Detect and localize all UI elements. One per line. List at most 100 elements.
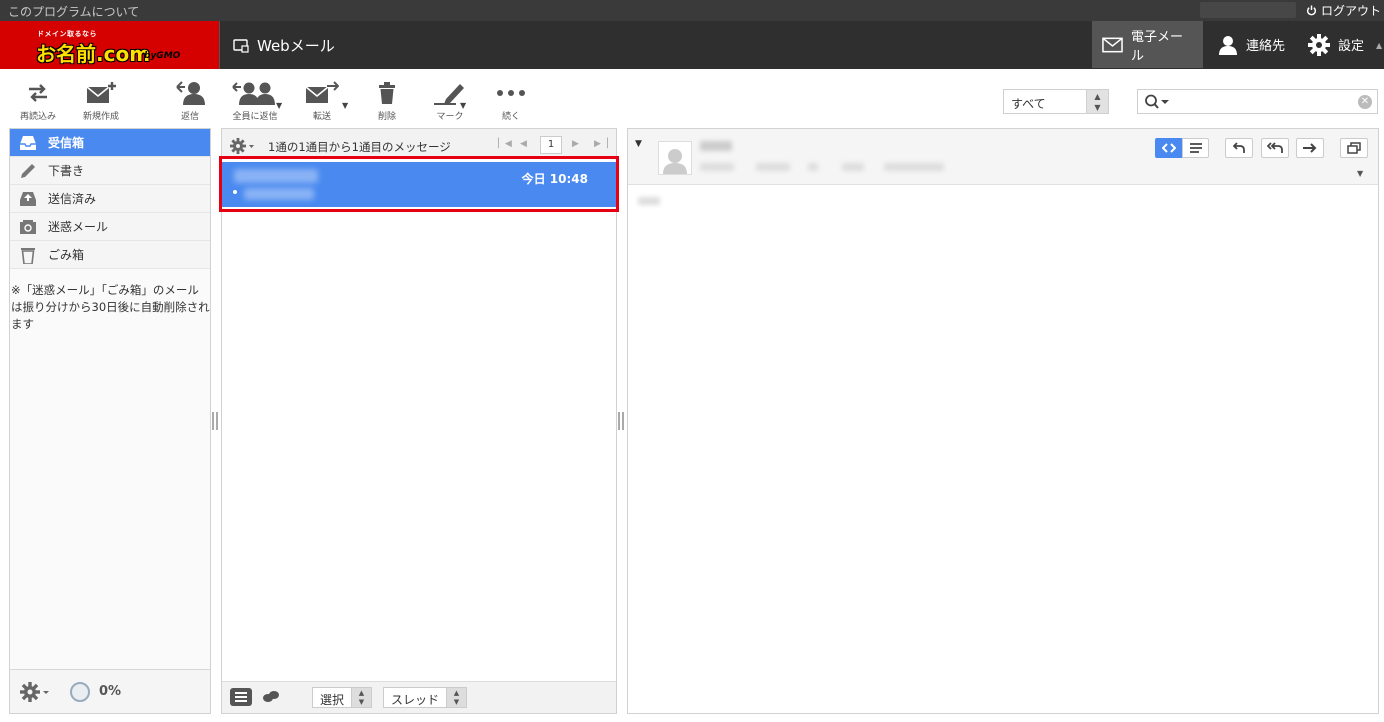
person-icon (1219, 35, 1237, 55)
folder-pane-splitter[interactable] (212, 412, 218, 430)
reply-label: 返信 (180, 112, 199, 122)
gear-icon (1308, 33, 1330, 56)
onamae-logo[interactable]: ドメイン取るなら お名前.com byGMO (0, 21, 219, 69)
thread-view-icon[interactable] (262, 690, 280, 707)
refresh-icon (29, 84, 47, 102)
trash-icon (379, 82, 395, 104)
search-box[interactable]: ✕ (1137, 89, 1378, 114)
new-mail-icon (86, 82, 116, 103)
nav-contacts-button[interactable]: 連絡先 (1208, 21, 1298, 68)
folder-drafts-label: 下書き (48, 164, 85, 178)
next-page-icon[interactable]: ▶ (572, 139, 579, 149)
preview-reply-all-button[interactable] (1261, 138, 1289, 158)
mark-label: マーク (436, 112, 464, 122)
thread-dropdown-label: スレッド (391, 693, 440, 707)
folder-actions-gear-icon[interactable] (20, 682, 50, 702)
delete-label: 削除 (377, 112, 396, 122)
folder-pane: 受信箱 下書き 送信済み 迷惑メール ごみ箱 ※「迷惑メール」「ごみ箱」のメール… (9, 128, 211, 714)
quota-pie-icon (70, 682, 90, 702)
reply-all-caret-icon[interactable]: ▼ (276, 101, 282, 110)
compose-button[interactable]: 新規作成 (79, 79, 123, 123)
inbox-icon (18, 133, 38, 153)
prev-page-icon[interactable]: ◀ (520, 139, 527, 149)
sender-avatar (658, 141, 692, 175)
reply-all-icon (232, 82, 275, 105)
app-title: Webメール (233, 35, 335, 56)
folder-drafts[interactable]: 下書き (10, 157, 210, 185)
collapse-header-icon[interactable]: ▲ (1376, 41, 1384, 50)
first-page-icon[interactable]: ▏◀ (498, 139, 512, 149)
list-pane-splitter[interactable] (618, 412, 624, 430)
logout-button[interactable]: ログアウト (1306, 2, 1381, 19)
webmail-icon (233, 38, 249, 53)
header-divider (219, 21, 220, 69)
nav-contacts-label: 連絡先 (1246, 39, 1286, 54)
reply-all-arrow-icon (1267, 142, 1283, 153)
message-list-header: 1通の1通目から1通目のメッセージ ▏◀ ◀ 1 ▶ ▶▕ (222, 129, 616, 159)
toggle-header-icon[interactable]: ▼ (635, 139, 642, 149)
forward-caret-icon[interactable]: ▼ (342, 101, 348, 110)
about-program-link[interactable]: このプログラムについて (8, 3, 139, 20)
forward-icon (305, 81, 339, 103)
folder-sent[interactable]: 送信済み (10, 185, 210, 213)
preview-meta-4 (842, 163, 864, 171)
highlight-annotation (219, 156, 619, 212)
page-number[interactable]: 1 (540, 136, 562, 154)
refresh-label: 再読込み (19, 112, 56, 122)
reply-all-button[interactable]: 全員に返信 ▼ (224, 79, 286, 123)
select-dropdown[interactable]: 選択 ▲ ▼ (312, 687, 372, 708)
folder-inbox[interactable]: 受信箱 (10, 129, 210, 157)
list-view-icon[interactable] (230, 688, 252, 706)
user-account-label (1200, 2, 1296, 18)
text-view-button[interactable] (1182, 138, 1209, 158)
preview-sender-name (700, 141, 732, 151)
folder-trash[interactable]: ごみ箱 (10, 241, 210, 269)
preview-meta-3 (808, 163, 818, 171)
preview-more-caret-icon[interactable]: ▼ (1357, 169, 1363, 178)
forward-button[interactable]: 転送 ▼ (302, 79, 348, 123)
lines-icon (1189, 143, 1202, 153)
last-page-icon[interactable]: ▶▕ (594, 139, 608, 149)
nav-settings-button[interactable]: 設定 (1298, 21, 1376, 68)
more-button[interactable]: 続く (494, 79, 528, 123)
preview-header: ▼ ▼ (628, 129, 1378, 185)
more-dots-icon (497, 90, 525, 96)
preview-meta-5 (884, 163, 944, 171)
logo-text: お名前.com (36, 42, 151, 66)
refresh-button[interactable]: 再読込み (17, 79, 59, 123)
folder-spam[interactable]: 迷惑メール (10, 213, 210, 241)
nav-mail-button[interactable]: 電子メール (1092, 21, 1203, 68)
preview-reply-button[interactable] (1225, 138, 1253, 158)
envelope-icon (1102, 37, 1123, 52)
mark-button[interactable]: マーク ▼ (428, 79, 472, 123)
message-count-text: 1通の1通目から1通目のメッセージ (268, 140, 451, 154)
filter-select-arrows-icon: ▲ ▼ (1086, 90, 1108, 113)
logout-label: ログアウト (1321, 4, 1382, 18)
html-view-button[interactable] (1155, 138, 1182, 158)
filter-select[interactable]: すべて ▲ ▼ (1003, 89, 1109, 114)
folder-trash-label: ごみ箱 (48, 248, 85, 262)
more-label: 続く (501, 112, 520, 122)
filter-select-value: すべて (1011, 97, 1046, 111)
code-icon (1161, 143, 1176, 153)
power-icon (1306, 5, 1317, 16)
preview-meta-1 (700, 163, 734, 171)
reply-button[interactable]: 返信 (170, 79, 210, 123)
mark-caret-icon[interactable]: ▼ (460, 101, 466, 110)
open-in-window-button[interactable] (1340, 138, 1368, 158)
folder-footer: 0% (10, 669, 210, 713)
forward-label: 転送 (312, 112, 331, 122)
list-options-gear-icon[interactable] (230, 138, 256, 154)
sent-icon (18, 189, 38, 209)
new-window-icon (1347, 142, 1361, 154)
reply-all-label: 全員に返信 (232, 112, 278, 122)
select-dropdown-label: 選択 (320, 693, 345, 707)
preview-forward-button[interactable] (1296, 138, 1324, 158)
compose-label: 新規作成 (82, 112, 119, 122)
clear-search-icon[interactable]: ✕ (1358, 95, 1372, 109)
delete-button[interactable]: 削除 (372, 79, 402, 123)
search-input[interactable] (1174, 93, 1354, 111)
thread-dropdown[interactable]: スレッド ▲ ▼ (383, 687, 467, 708)
search-options-icon[interactable] (1144, 94, 1170, 113)
preview-pane: ▼ ▼ (627, 128, 1379, 714)
